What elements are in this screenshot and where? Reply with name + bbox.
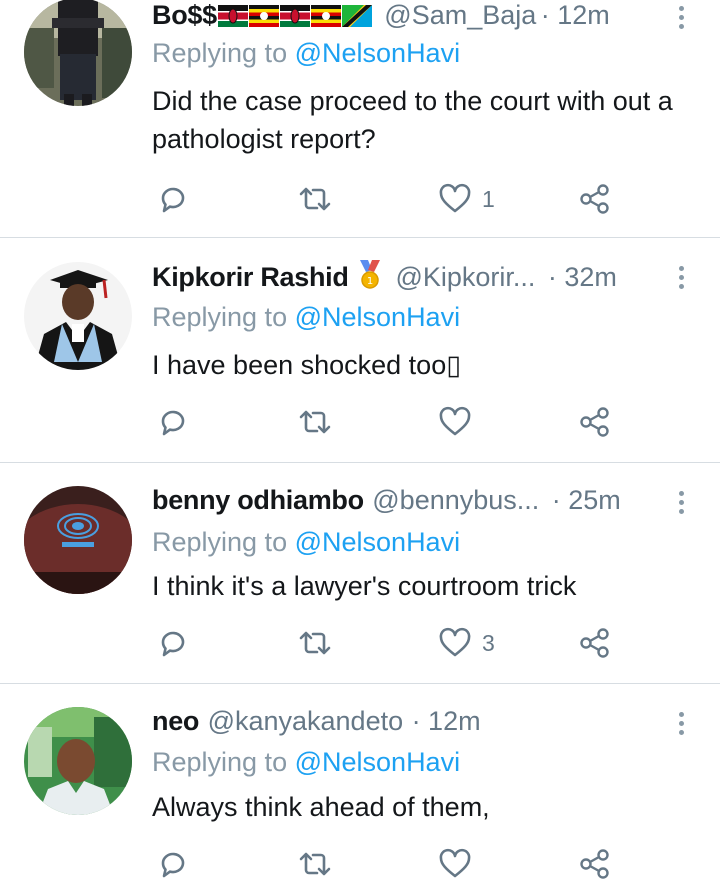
reply-button[interactable] (157, 179, 189, 219)
timestamp: · 12m (411, 706, 481, 736)
mention-link[interactable]: @NelsonHavi (295, 38, 460, 68)
user-handle[interactable]: @kanyakandeto (208, 706, 404, 736)
replying-to: Replying to @NelsonHavi (152, 747, 460, 778)
heart-icon (439, 627, 471, 657)
timestamp: · 25m (551, 485, 621, 515)
display-name[interactable]: Bo$$ (152, 0, 217, 30)
retweet-button[interactable] (297, 844, 333, 884)
display-name[interactable]: benny odhiambo (152, 485, 364, 515)
reply-button[interactable] (157, 402, 189, 442)
retweet-button[interactable] (297, 179, 333, 219)
uganda-flag-icon (248, 5, 279, 27)
kenya-flag-icon (217, 5, 248, 27)
retweet-icon (299, 187, 331, 211)
retweet-icon (299, 852, 331, 876)
retweet-icon (299, 631, 331, 655)
timestamp: · 12m (540, 0, 610, 30)
like-count: 1 (482, 185, 495, 212)
user-handle[interactable]: @bennybus... (372, 485, 539, 515)
replying-label: Replying to (152, 527, 288, 557)
tweet-3[interactable]: benny odhiambo @bennybus... · 25m Replyi… (0, 463, 720, 683)
tweet-1[interactable]: Bo$$ @Sam_Baja · 12m Replying to @Nelson… (0, 0, 720, 237)
share-icon (580, 184, 609, 214)
share-icon (580, 407, 609, 437)
tweet-4[interactable]: neo @kanyakandeto · 12m Replying to @Nel… (0, 684, 720, 886)
medal-icon: 1 (360, 260, 380, 289)
action-bar (0, 402, 720, 442)
mention-link[interactable]: @NelsonHavi (295, 527, 460, 557)
like-button[interactable]: 1 (438, 179, 495, 219)
heart-icon (439, 848, 471, 878)
tweet-2[interactable]: Kipkorir Rashid 1 @Kipkorir... · 32m Rep… (0, 238, 720, 462)
like-count: 3 (482, 629, 495, 656)
kenya-flag-icon (279, 5, 310, 27)
avatar[interactable] (24, 0, 132, 106)
display-name[interactable]: Kipkorir Rashid (152, 262, 349, 292)
avatar[interactable] (24, 707, 132, 815)
share-button[interactable] (578, 844, 612, 884)
more-vertical-icon[interactable] (678, 6, 686, 32)
action-bar: 3 (0, 623, 720, 663)
more-vertical-icon[interactable] (678, 266, 686, 292)
tweet-text: Always think ahead of them, (152, 792, 490, 822)
replying-to: Replying to @NelsonHavi (152, 527, 460, 558)
action-bar (0, 844, 720, 884)
share-button[interactable] (578, 402, 612, 442)
reply-icon (161, 852, 185, 878)
timestamp: · 32m (547, 262, 617, 292)
tanzania-flag-icon (341, 5, 372, 27)
reply-feed: Bo$$ @Sam_Baja · 12m Replying to @Nelson… (0, 0, 720, 886)
share-icon (580, 628, 609, 658)
retweet-button[interactable] (297, 623, 333, 663)
tweet-text: I think it's a lawyer's courtroom trick (152, 571, 577, 601)
reply-button[interactable] (157, 844, 189, 884)
heart-icon (439, 183, 471, 213)
user-handle[interactable]: @Kipkorir... (395, 262, 535, 292)
uganda-flag-icon (310, 5, 341, 27)
heart-icon (439, 406, 471, 436)
reply-icon (161, 631, 185, 657)
tweet-text: I have been shocked too▯ (152, 350, 462, 380)
avatar[interactable] (24, 486, 132, 594)
mention-link[interactable]: @NelsonHavi (295, 747, 460, 777)
avatar[interactable] (24, 262, 132, 370)
more-vertical-icon[interactable] (678, 491, 686, 517)
retweet-icon (299, 410, 331, 434)
share-button[interactable] (578, 623, 612, 663)
tweet-text: Did the case proceed to the court with o… (152, 86, 673, 154)
replying-to: Replying to @NelsonHavi (152, 38, 460, 69)
mention-link[interactable]: @NelsonHavi (295, 302, 460, 332)
more-vertical-icon[interactable] (678, 712, 686, 738)
user-handle[interactable]: @Sam_Baja (384, 0, 536, 30)
like-button[interactable] (438, 844, 482, 884)
replying-to: Replying to @NelsonHavi (152, 302, 460, 333)
flag-icons (217, 5, 372, 28)
display-name[interactable]: neo (152, 706, 199, 736)
reply-icon (161, 187, 185, 213)
reply-button[interactable] (157, 623, 189, 663)
action-bar: 1 (0, 179, 720, 219)
replying-label: Replying to (152, 302, 288, 332)
reply-icon (161, 410, 185, 436)
like-button[interactable] (438, 402, 482, 442)
retweet-button[interactable] (297, 402, 333, 442)
replying-label: Replying to (152, 747, 288, 777)
like-button[interactable]: 3 (438, 623, 495, 663)
share-icon (580, 849, 609, 879)
replying-label: Replying to (152, 38, 288, 68)
svg-text:1: 1 (367, 276, 373, 287)
share-button[interactable] (578, 179, 612, 219)
